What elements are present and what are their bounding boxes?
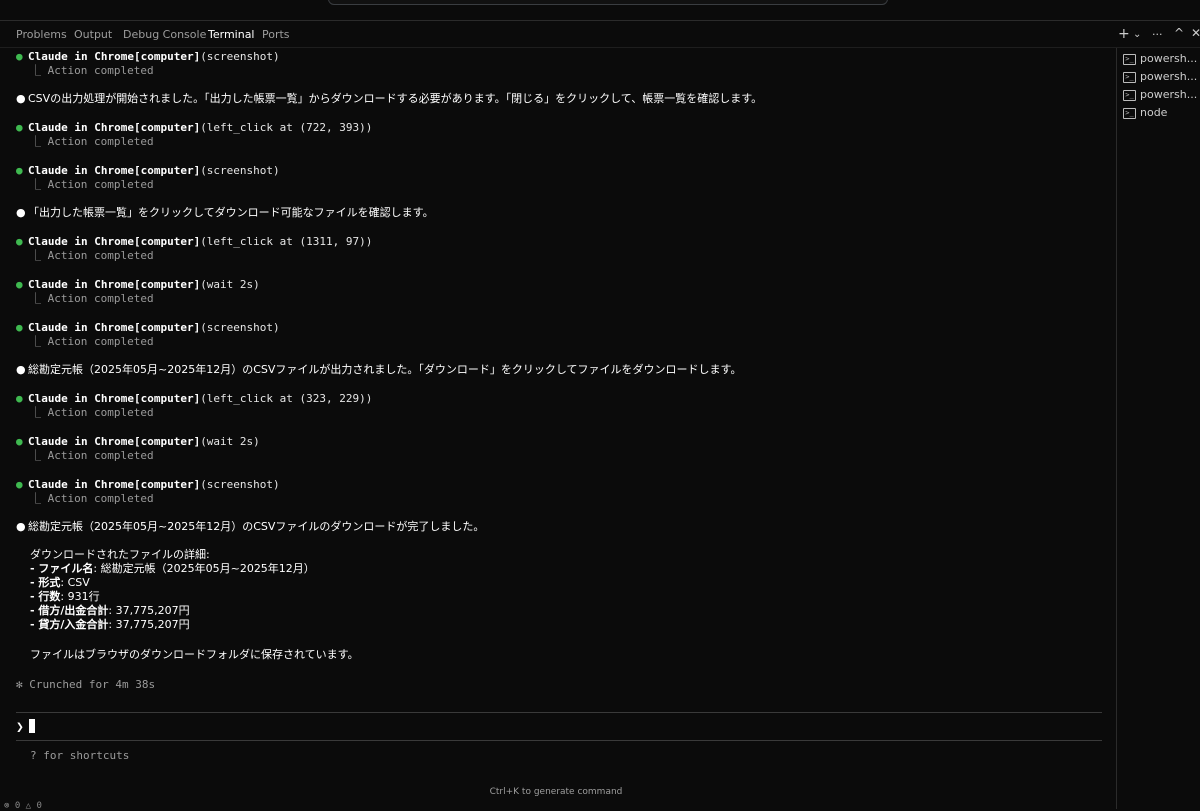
bullet-icon: ● [16, 206, 26, 219]
tab-problems[interactable]: Problems [16, 28, 67, 41]
terminal-list-item[interactable]: >_powersh...⚠ [1123, 70, 1200, 88]
bullet-icon: ● [16, 478, 23, 491]
tool-call-line: ● Claude in Chrome[computer](screenshot) [16, 321, 280, 334]
detail-item: - 借方/出金合計: 37,775,207円 [30, 604, 190, 617]
terminal-list-sidebar: >_powersh...⚠ >_powersh...⚠ >_powersh...… [1116, 48, 1200, 809]
assistant-message: ● 「出力した帳票一覧」をクリックしてダウンロード可能なファイルを確認します。 [16, 206, 434, 219]
top-strip [0, 0, 1200, 20]
detail-item: - 形式: CSV [30, 576, 90, 589]
assistant-message: ● CSVの出力処理が開始されました。「出力した帳票一覧」からダウンロードする必要… [16, 92, 763, 105]
terminal-list-item[interactable]: >_powersh...⚠ [1123, 52, 1200, 70]
footer-message: ファイルはブラウザのダウンロードフォルダに保存されています。 [30, 648, 359, 661]
detail-item: - 行数: 931行 [30, 590, 100, 603]
shortcuts-hint: ? for shortcuts [30, 749, 130, 762]
prompt-top-divider [16, 712, 1102, 713]
tool-call-line: ● Claude in Chrome[computer](screenshot) [16, 164, 280, 177]
bullet-icon: ● [16, 435, 23, 448]
status-bar-problems[interactable]: ⊗ 0 △ 0 [4, 801, 42, 811]
terminal-icon: >_ [1123, 53, 1136, 65]
tool-result: ⎿ Action completed [30, 492, 154, 505]
tool-call-line: ● Claude in Chrome[computer](screenshot) [16, 478, 280, 491]
bullet-icon: ● [16, 50, 23, 63]
tool-call-line: ● Claude in Chrome[computer](left_click a… [16, 121, 373, 134]
tab-terminal[interactable]: Terminal [208, 28, 255, 41]
bullet-icon: ● [16, 520, 26, 533]
bullet-icon: ● [16, 278, 23, 291]
terminal-icon: >_ [1123, 71, 1136, 83]
prompt-chevron-icon: ❯ [16, 720, 24, 735]
bullet-icon: ● [16, 392, 23, 405]
close-panel-icon[interactable]: ✕ [1191, 26, 1200, 40]
bullet-icon: ● [16, 164, 23, 177]
panel-tab-bar: Problems Output Debug Console Terminal P… [0, 20, 1200, 48]
tool-call-line: ● Claude in Chrome[computer](wait 2s) [16, 435, 260, 448]
detail-item: - ファイル名: 総勘定元帳（2025年05月~2025年12月） [30, 562, 315, 575]
tool-call-line: ● Claude in Chrome[computer](wait 2s) [16, 278, 260, 291]
tool-result: ⎿ Action completed [30, 135, 154, 148]
tab-output[interactable]: Output [74, 28, 112, 41]
new-terminal-button[interactable]: + [1118, 26, 1130, 42]
tab-ports[interactable]: Ports [262, 28, 290, 41]
tool-result: ⎿ Action completed [30, 449, 154, 462]
tool-result: ⎿ Action completed [30, 406, 154, 419]
tool-call-line: ● Claude in Chrome[computer](left_click a… [16, 392, 373, 405]
generate-command-hint: Ctrl+K to generate command [489, 787, 623, 797]
assistant-message: ● 総勘定元帳（2025年05月~2025年12月）のCSVファイルが出力されまし… [16, 363, 742, 376]
bullet-icon: ● [16, 235, 23, 248]
assistant-message: ● 総勘定元帳（2025年05月~2025年12月）のCSVファイルのダウンロード… [16, 520, 485, 533]
detail-item: - 貸方/入金合計: 37,775,207円 [30, 618, 190, 631]
bullet-icon: ● [16, 92, 26, 105]
editor-input-outline[interactable] [328, 0, 888, 5]
tool-result: ⎿ Action completed [30, 178, 154, 191]
bullet-icon: ● [16, 363, 26, 376]
tool-result: ⎿ Action completed [30, 335, 154, 348]
terminal-list-item[interactable]: >_powersh...⚠ [1123, 88, 1200, 106]
tool-call-line: ● Claude in Chrome[computer](screenshot) [16, 50, 280, 63]
terminal-icon: >_ [1123, 89, 1136, 101]
maximize-panel-icon[interactable]: ^ [1174, 26, 1184, 40]
tab-debug-console[interactable]: Debug Console [123, 28, 206, 41]
bullet-icon: ● [16, 121, 23, 134]
new-terminal-dropdown-icon[interactable]: ⌄ [1133, 29, 1141, 40]
terminal-icon: >_ [1123, 107, 1136, 119]
more-actions-icon[interactable]: ··· [1152, 28, 1163, 41]
prompt-bottom-divider [16, 740, 1102, 741]
details-heading: ダウンロードされたファイルの詳細: [30, 548, 210, 561]
tool-result: ⎿ Action completed [30, 64, 154, 77]
prompt-input-cursor[interactable] [29, 719, 35, 733]
bullet-icon: ● [16, 321, 23, 334]
tool-result: ⎿ Action completed [30, 292, 154, 305]
tool-call-line: ● Claude in Chrome[computer](left_click a… [16, 235, 373, 248]
crunched-status: ✻ Crunched for 4m 38s [16, 678, 156, 691]
tool-result: ⎿ Action completed [30, 249, 154, 262]
terminal-output[interactable]: ● Claude in Chrome[computer](screenshot) … [0, 48, 1112, 809]
terminal-list-item[interactable]: >_ node [1123, 106, 1167, 124]
